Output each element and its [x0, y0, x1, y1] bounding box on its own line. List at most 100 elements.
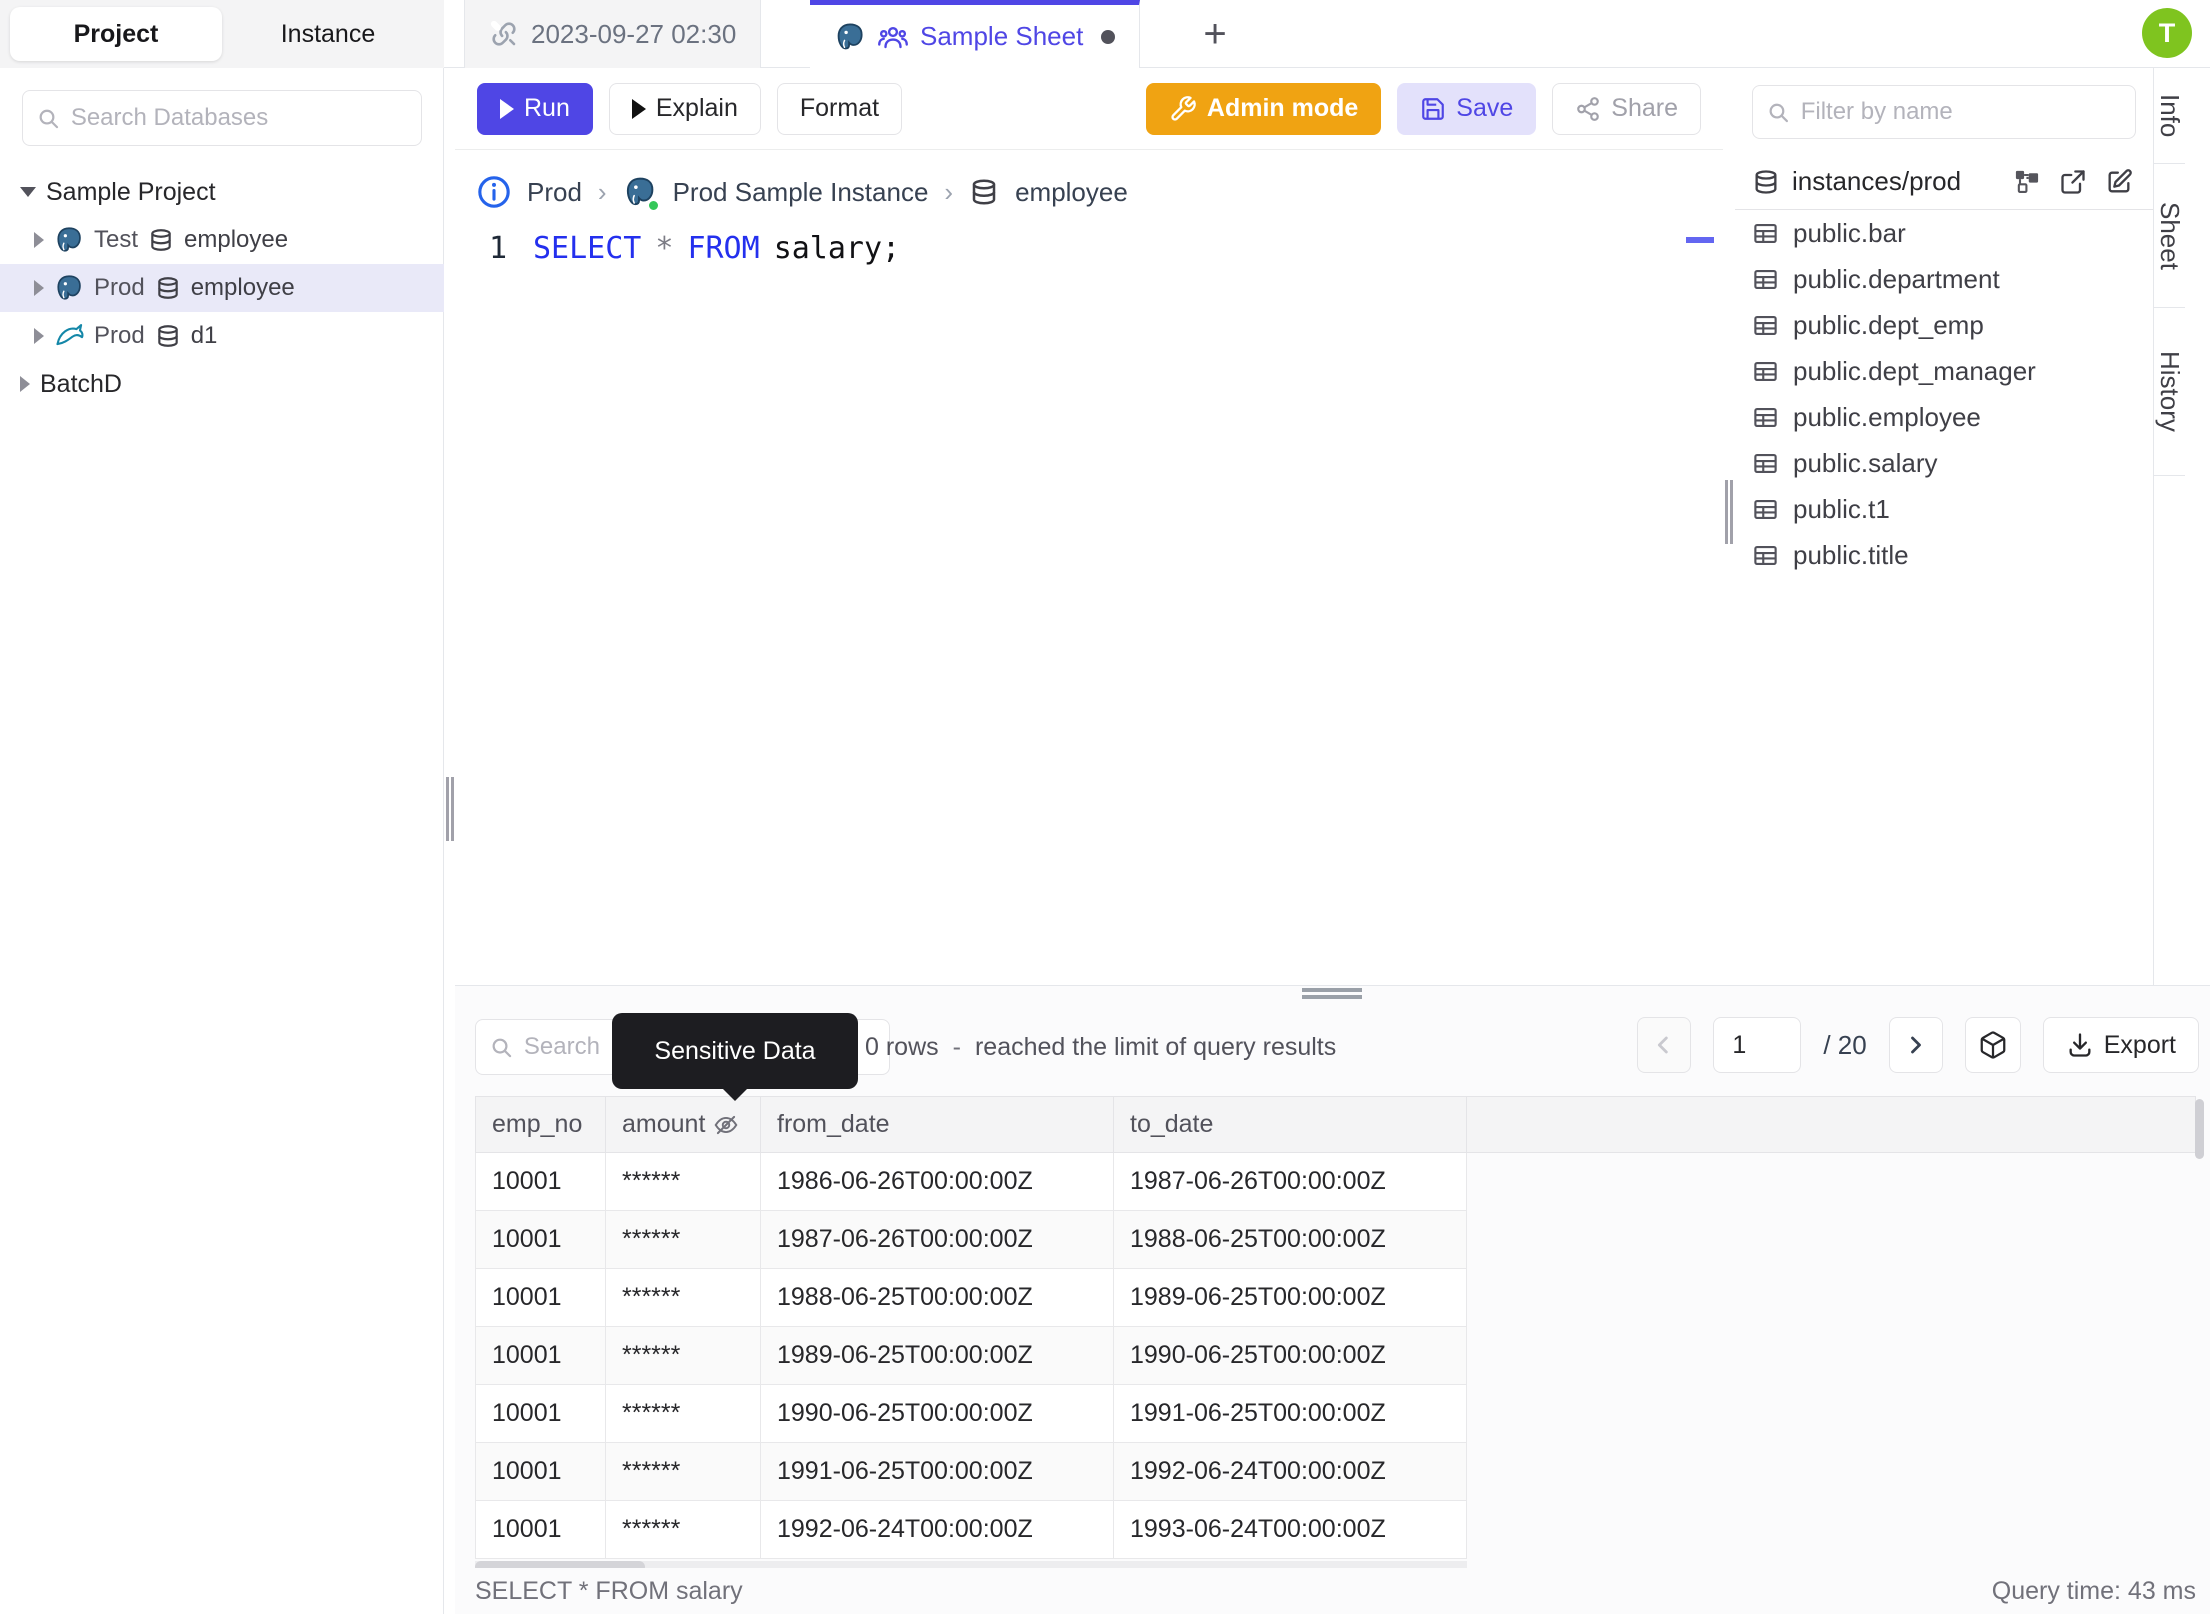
results-resize-handle[interactable] — [1302, 988, 1362, 992]
table-name: public.dept_emp — [1793, 309, 1984, 340]
database-search[interactable] — [22, 90, 422, 146]
query-time-text: Query time: 43 ms — [1991, 1576, 2196, 1605]
table-row[interactable]: 10001 ****** 1991-06-25T00:00:00Z 1992-06-2… — [475, 1443, 2196, 1501]
edit-schema-button[interactable] — [2102, 165, 2136, 199]
table-row[interactable]: 10001 ****** 1986-06-26T00:00:00Z 1987-06-2… — [475, 1153, 2196, 1211]
open-external-button[interactable] — [2056, 165, 2090, 199]
sidebar-resize-handle[interactable] — [446, 777, 449, 841]
next-page-button[interactable] — [1888, 1017, 1943, 1073]
environment-label: Test — [94, 226, 139, 253]
caret-right-icon[interactable] — [34, 328, 44, 344]
export-button[interactable]: Export — [2042, 1017, 2199, 1073]
page-total: / 20 — [1823, 1029, 1867, 1060]
table-list-item[interactable]: public.dept_emp — [1735, 302, 2153, 348]
caret-right-icon[interactable] — [20, 376, 30, 392]
table-list-item[interactable]: public.dept_manager — [1735, 348, 2153, 394]
caret-right-icon[interactable] — [34, 232, 44, 248]
table-list-item[interactable]: public.t1 — [1735, 486, 2153, 532]
save-button[interactable]: Save — [1397, 82, 1537, 135]
admin-mode-button[interactable]: Admin mode — [1145, 82, 1382, 135]
database-label: employee — [184, 226, 289, 253]
sheet-tab-sample-sheet[interactable]: Sample Sheet — [810, 0, 1141, 68]
sql-text: salary; — [773, 230, 901, 266]
table-row[interactable]: 10001 ****** 1989-06-25T00:00:00Z 1990-06-2… — [475, 1327, 2196, 1385]
edit-icon — [2108, 168, 2132, 192]
schema-panel-resize-handle[interactable] — [1730, 480, 1733, 544]
table-list-item[interactable]: public.salary — [1735, 440, 2153, 486]
tab-project[interactable]: Project — [10, 7, 222, 61]
column-header[interactable]: to_date — [1114, 1097, 1467, 1152]
share-button[interactable]: Share — [1552, 82, 1701, 135]
admin-mode-label: Admin mode — [1206, 94, 1359, 122]
caret-down-icon[interactable] — [20, 187, 36, 197]
database-search-input[interactable] — [70, 104, 407, 132]
sheet-tab-label: Sample Sheet — [920, 21, 1084, 51]
environment-label: Prod — [94, 274, 145, 301]
vertical-scrollbar-thumb[interactable] — [2195, 1099, 2204, 1159]
pagination: / 20 Export — [1637, 1017, 2199, 1073]
sql-editor[interactable]: 1 SELECT * FROM salary; — [455, 226, 1723, 270]
export-label: Export — [2103, 1030, 2176, 1059]
table-row[interactable]: 10001 ****** 1988-06-25T00:00:00Z 1989-06-2… — [475, 1269, 2196, 1327]
sheet-tab-label: 2023-09-27 02:30 — [531, 18, 737, 49]
schema-filter-input[interactable] — [1800, 98, 2121, 126]
caret-right-icon[interactable] — [34, 280, 44, 296]
minimap-marker — [1686, 237, 1714, 243]
new-tab-button[interactable]: + — [1191, 10, 1239, 58]
side-tab-strip: Info Sheet History — [2153, 68, 2210, 985]
tab-history[interactable]: History — [2154, 308, 2185, 476]
run-button[interactable]: Run — [477, 82, 593, 135]
table-row[interactable]: 10001 ****** 1987-06-26T00:00:00Z 1988-06-2… — [475, 1211, 2196, 1269]
database-icon — [151, 229, 171, 251]
schema-filter[interactable] — [1752, 85, 2136, 139]
download-icon — [2069, 1033, 2091, 1057]
breadcrumb-instance[interactable]: Prod Sample Instance — [673, 177, 929, 208]
table-list-item[interactable]: public.bar — [1735, 210, 2153, 256]
column-header[interactable]: from_date — [761, 1097, 1114, 1152]
sheet-tab-history[interactable]: 2023-09-27 02:30 — [464, 0, 762, 68]
tab-sheet[interactable]: Sheet — [2154, 164, 2185, 308]
tab-instance[interactable]: Instance — [222, 7, 434, 61]
prev-page-button[interactable] — [1637, 1017, 1692, 1073]
column-header[interactable]: emp_no — [476, 1097, 606, 1152]
format-button[interactable]: Format — [776, 82, 903, 135]
save-icon — [1422, 97, 1445, 120]
table-list-item[interactable]: public.department — [1735, 256, 2153, 302]
table-list: public.bar public.department public.dept… — [1735, 210, 2153, 578]
breadcrumb-environment[interactable]: Prod — [527, 177, 582, 208]
table-name: public.department — [1793, 263, 2000, 294]
tree-node-batchd[interactable]: BatchD — [0, 360, 444, 408]
visualize-button[interactable] — [1964, 1017, 2021, 1073]
table-icon — [1754, 269, 1777, 289]
tree-node-prod-employee[interactable]: Prod employee — [0, 264, 444, 312]
column-header[interactable]: amount — [606, 1097, 761, 1152]
tab-info[interactable]: Info — [2154, 68, 2185, 164]
share-label: Share — [1611, 94, 1678, 122]
results-resize-handle[interactable] — [1302, 995, 1362, 999]
schema-panel-resize-handle[interactable] — [1725, 480, 1728, 544]
table-icon — [1754, 453, 1777, 473]
tree-node-test-employee[interactable]: Test employee — [0, 216, 444, 264]
save-label: Save — [1456, 94, 1514, 122]
table-name: public.dept_manager — [1793, 355, 2036, 386]
explain-button[interactable]: Explain — [608, 82, 761, 135]
page-input[interactable] — [1713, 1017, 1802, 1073]
environment-label: Prod — [94, 322, 145, 349]
avatar[interactable]: T — [2142, 8, 2192, 58]
table-name: public.salary — [1793, 447, 1938, 478]
breadcrumb-database[interactable]: employee — [1015, 177, 1128, 208]
chevron-left-icon — [1658, 1036, 1669, 1054]
schema-diagram-button[interactable] — [2010, 165, 2044, 199]
share-icon — [1577, 96, 1600, 121]
info-icon[interactable] — [477, 175, 511, 209]
tree-node-sample-project[interactable]: Sample Project — [0, 168, 444, 216]
sidebar-resize-handle[interactable] — [451, 777, 454, 841]
database-sidebar: Project Instance Sample Project Test emp… — [0, 0, 444, 1614]
table-list-item[interactable]: public.title — [1735, 532, 2153, 578]
table-row[interactable]: 10001 ****** 1992-06-24T00:00:00Z 1993-06-2… — [475, 1501, 2196, 1559]
results-panel: 0 rows - reached the limit of query resu… — [455, 985, 2210, 1614]
database-icon — [972, 179, 996, 205]
table-row[interactable]: 10001 ****** 1990-06-25T00:00:00Z 1991-06-2… — [475, 1385, 2196, 1443]
table-list-item[interactable]: public.employee — [1735, 394, 2153, 440]
tree-node-prod-d1[interactable]: Prod d1 — [0, 312, 444, 360]
